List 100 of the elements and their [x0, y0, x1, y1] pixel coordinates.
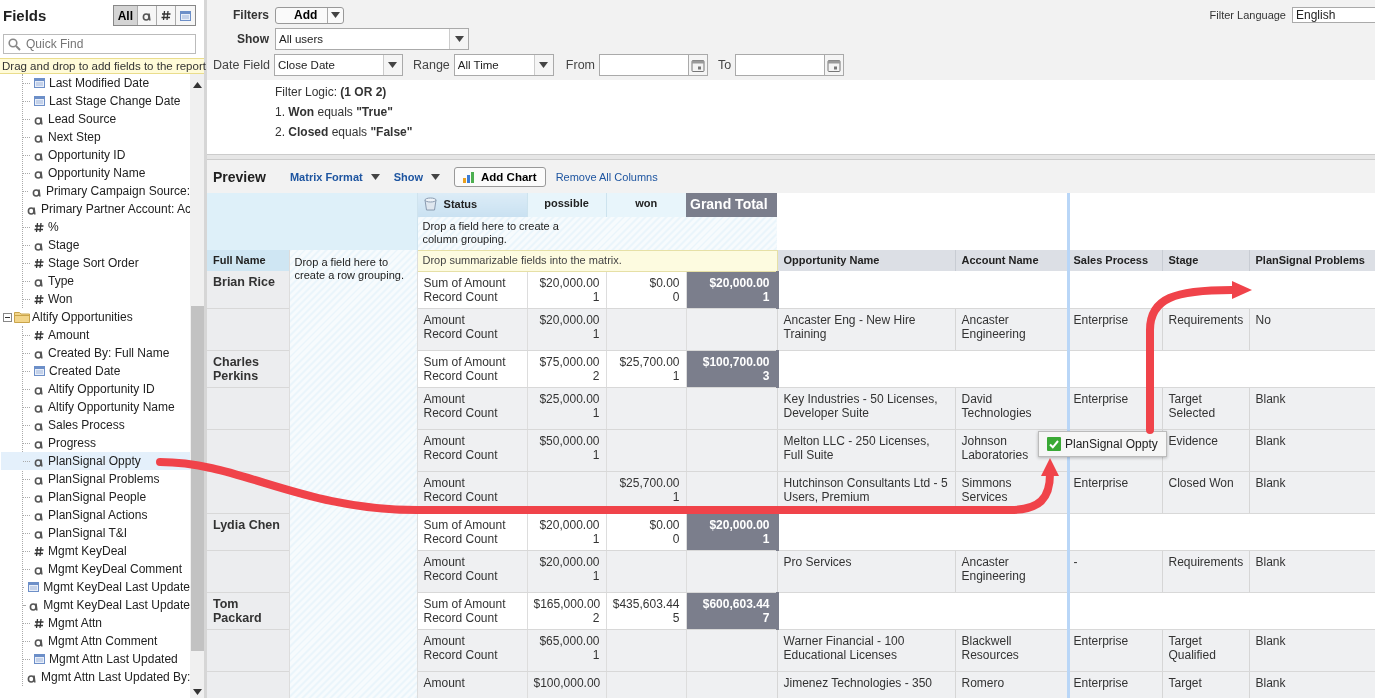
field-item[interactable]: Mgmt Attn Last Updated	[1, 650, 190, 668]
table-cell: Warner Financial - 100 Educational Licenses	[783, 633, 905, 662]
from-date-field[interactable]	[599, 54, 689, 76]
field-item[interactable]: Created Date	[1, 362, 190, 380]
format-menu[interactable]: Matrix Format	[289, 170, 363, 183]
field-item[interactable]: Mgmt Attn	[1, 614, 190, 632]
calendar-icon[interactable]	[827, 58, 842, 72]
to-date-field[interactable]	[735, 54, 826, 76]
calendar-icon[interactable]	[691, 58, 705, 72]
field-item[interactable]: Primary Campaign Source:	[1, 182, 190, 200]
dropdown-caret-icon	[370, 173, 380, 180]
measure-label: Record Count	[423, 447, 499, 462]
cell-value: $25,700.00	[618, 475, 680, 490]
field-item[interactable]: Mgmt Attn Last Updated By:	[1, 668, 190, 686]
field-item[interactable]: %	[1, 218, 190, 236]
field-item[interactable]: Lead Source	[1, 110, 190, 128]
search-field[interactable]: Quick Find	[3, 34, 196, 54]
field-item[interactable]: Progress	[1, 434, 190, 452]
drop-zone-hint: Drop summarizable fields into the matrix.	[422, 253, 622, 266]
column-grouping-header[interactable]: Status	[417, 193, 527, 217]
field-item[interactable]: Created By: Full Name	[1, 344, 190, 362]
table-cell: Pro Services	[783, 554, 852, 569]
date-field-label: Date Field	[213, 58, 270, 72]
field-item[interactable]: PlanSignal People	[1, 488, 190, 506]
scrollbar[interactable]	[190, 74, 204, 698]
table-cell: Johnson Laboratories	[961, 433, 1029, 462]
grand-total-value: $100,700.00	[701, 354, 770, 369]
field-item[interactable]: Altify Opportunity ID	[1, 380, 190, 398]
calendar-icon	[34, 366, 45, 376]
collapse-icon[interactable]	[3, 312, 12, 322]
field-item[interactable]: Mgmt KeyDeal Last Update	[1, 578, 190, 596]
field-item[interactable]: Won	[1, 290, 190, 308]
column-header[interactable]: Stage	[1162, 250, 1249, 271]
filter-logic-text: Filter Logic: (1 OR 2)	[275, 84, 388, 101]
field-item[interactable]: Mgmt KeyDeal Last Update	[1, 596, 190, 614]
field-item[interactable]: Type	[1, 272, 190, 290]
table-cell: Requirements	[1168, 312, 1244, 327]
cell-value: $25,000.00	[538, 391, 600, 406]
add-filter-button[interactable]: Add	[275, 6, 345, 24]
cell-value: $20,000.00	[538, 312, 600, 327]
date-field-select[interactable]: Close Date	[274, 54, 403, 76]
row-grouping-header[interactable]: Full Name	[207, 250, 289, 271]
cell-value: $435,603.44	[612, 596, 680, 611]
column-header[interactable]: Sales Process	[1067, 250, 1162, 271]
field-item[interactable]: Mgmt Attn Comment	[1, 632, 190, 650]
table-cell: Hutchinson Consultants Ltd - 5 Users, Premium	[783, 475, 948, 504]
field-item[interactable]: Primary Partner Account: Ac	[1, 200, 190, 218]
dropdown-caret-icon	[431, 173, 441, 180]
measure-label: Amount	[423, 675, 466, 690]
type-filter-button[interactable]	[137, 6, 156, 25]
column-header: possible	[527, 193, 606, 217]
language-select[interactable]: English	[1292, 7, 1375, 23]
field-item[interactable]: PlanSignal Oppty	[1, 452, 190, 470]
cell-value: $165,000.00	[533, 596, 600, 611]
field-item[interactable]: Opportunity Name	[1, 164, 190, 182]
field-item[interactable]: Last Stage Change Date	[1, 92, 190, 110]
calendar-icon	[34, 654, 45, 664]
scroll-thumb[interactable]	[190, 306, 204, 651]
range-select[interactable]: All Time	[453, 54, 554, 76]
table-cell: Ancaster Engineering	[961, 312, 1026, 341]
hash-icon	[34, 329, 44, 341]
hint-text: Drag and drop to add fields to the report.	[0, 58, 204, 74]
cell-value: $0.00	[648, 275, 680, 290]
folder-item[interactable]: Altify Opportunities	[0, 308, 190, 326]
measure-label: Record Count	[423, 405, 499, 420]
show-menu[interactable]: Show	[393, 170, 424, 183]
field-item[interactable]: Sales Process	[1, 416, 190, 434]
all-filter-button[interactable]: All	[113, 6, 137, 25]
column-header[interactable]: Opportunity Name	[777, 250, 955, 271]
field-item[interactable]: PlanSignal Problems	[1, 470, 190, 488]
field-item[interactable]: Opportunity ID	[1, 146, 190, 164]
cell-value: $25,700.00	[618, 354, 680, 369]
table-cell: Target Qualified	[1168, 633, 1216, 662]
column-header[interactable]: PlanSignal Problems	[1249, 250, 1375, 271]
field-item[interactable]: Stage Sort Order	[1, 254, 190, 272]
field-item[interactable]: PlanSignal Actions	[1, 506, 190, 524]
field-item[interactable]: Mgmt KeyDeal	[1, 542, 190, 560]
show-select[interactable]: All users	[275, 28, 469, 50]
to-label: To	[718, 58, 732, 72]
cell-value: 1	[591, 447, 600, 462]
remove-all-columns-link[interactable]: Remove All Columns	[555, 170, 658, 183]
type-filter-button[interactable]	[156, 6, 175, 25]
field-item[interactable]: Last Modified Date	[1, 74, 190, 92]
caret-icon	[388, 62, 398, 68]
hash-icon	[161, 10, 171, 21]
measure-label: Amount	[423, 554, 466, 569]
scroll-down-icon[interactable]	[192, 689, 202, 695]
grand-total-value: 1	[761, 289, 770, 304]
field-item[interactable]: PlanSignal T&I	[1, 524, 190, 542]
field-item[interactable]: Amount	[1, 326, 190, 344]
column-header[interactable]: Account Name	[955, 250, 1067, 271]
calendar-icon	[34, 78, 45, 88]
field-item[interactable]: Mgmt KeyDeal Comment	[1, 560, 190, 578]
scroll-up-icon[interactable]	[192, 82, 202, 88]
field-item[interactable]: Stage	[1, 236, 190, 254]
table-cell: Blank	[1255, 433, 1286, 448]
field-item[interactable]: Next Step	[1, 128, 190, 146]
add-chart-button[interactable]: Add Chart	[454, 166, 546, 187]
cell-value: 1	[591, 647, 600, 662]
field-item[interactable]: Altify Opportunity Name	[1, 398, 190, 416]
